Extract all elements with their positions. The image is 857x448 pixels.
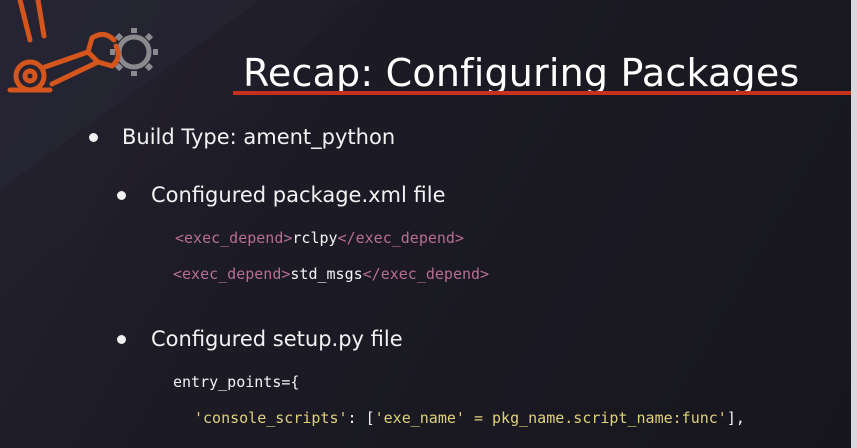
bullet-text: Configured setup.py file [151, 327, 403, 351]
code-line-console-scripts: 'console_scripts': ['exe_name' = pkg_nam… [194, 409, 745, 427]
bullet-text: Configured package.xml file [151, 183, 446, 207]
slide-title: Recap: Configuring Packages [243, 51, 800, 95]
code-text: entry_points={ [173, 373, 300, 391]
xml-open-tag: <exec_depend> [173, 265, 291, 283]
code-line-entry-points: entry_points={ [173, 373, 299, 391]
code-line-rclpy: <exec_depend>rclpy</exec_depend> [175, 229, 464, 247]
xml-value: std_msgs [290, 265, 363, 283]
code-entry-string: 'exe_name' = pkg_name.script_name:func' [374, 409, 727, 427]
bullet-setup-py: Configured setup.py file [117, 327, 403, 351]
robot-arm-gear-icon [7, 0, 158, 93]
code-end: ], [726, 409, 745, 427]
bullet-dot-icon [89, 132, 98, 142]
bullet-dot-icon [117, 334, 126, 344]
bullet-text: Build Type: ament_python [122, 125, 396, 149]
code-line-std-msgs: <exec_depend>std_msgs</exec_depend> [173, 265, 489, 283]
bullet-build-type: Build Type: ament_python [89, 125, 395, 149]
bullet-package-xml: Configured package.xml file [117, 183, 446, 207]
code-key-string: 'console_scripts' [194, 409, 348, 427]
right-edge-bar [851, 0, 857, 448]
xml-open-tag: <exec_depend> [175, 229, 293, 247]
xml-close-tag: </exec_depend> [362, 265, 490, 283]
xml-value: rclpy [292, 229, 338, 247]
title-underline [233, 91, 851, 95]
code-separator: : [ [347, 409, 375, 427]
bullet-dot-icon [117, 190, 126, 200]
xml-close-tag: </exec_depend> [337, 229, 464, 247]
